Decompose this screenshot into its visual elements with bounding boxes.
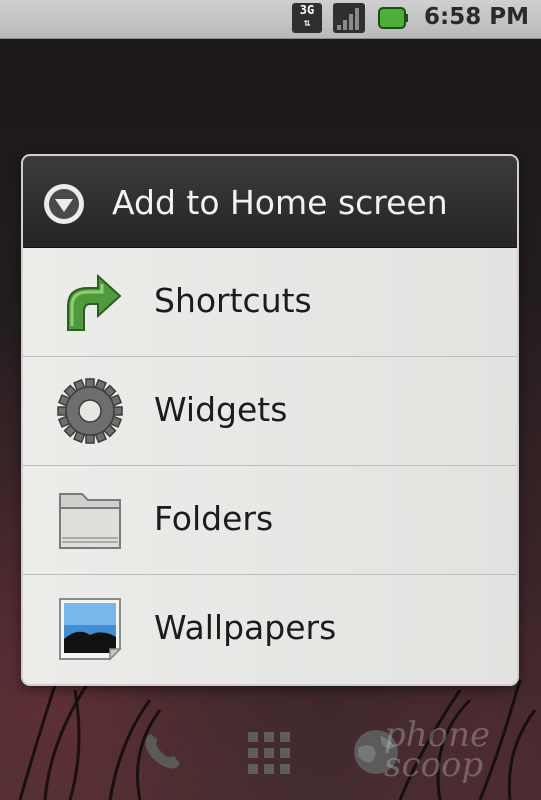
phone-icon[interactable] xyxy=(140,728,186,774)
list-item-wallpapers[interactable]: Wallpapers xyxy=(23,575,517,683)
add-to-home-screen-dialog: Add to Home screen Shortcuts Widgets Fol… xyxy=(23,156,517,684)
list-item-folders[interactable]: Folders xyxy=(23,466,517,575)
list-item-widgets[interactable]: Widgets xyxy=(23,357,517,466)
data-activity-arrows: ⇅ xyxy=(303,16,311,29)
item-label-widgets: Widgets xyxy=(154,390,288,429)
add-options-list: Shortcuts Widgets Folders Wallpapers xyxy=(23,248,517,683)
dialog-title: Add to Home screen xyxy=(112,183,448,222)
folder-icon xyxy=(59,493,121,549)
list-item-shortcuts[interactable]: Shortcuts xyxy=(23,248,517,357)
chevron-down-circle-icon xyxy=(44,184,84,224)
gear-icon xyxy=(57,378,123,444)
wallpaper-icon xyxy=(59,598,122,661)
item-label-folders: Folders xyxy=(154,499,274,538)
status-bar: 3G ⇅ 6:58 PM xyxy=(0,0,541,39)
network-label: 3G xyxy=(299,3,315,17)
signal-strength-icon xyxy=(333,3,365,33)
app-drawer-icon[interactable] xyxy=(246,730,292,776)
shortcut-arrow-icon xyxy=(67,273,122,331)
item-label-wallpapers: Wallpapers xyxy=(154,608,337,647)
network-3g-icon: 3G ⇅ xyxy=(292,3,322,33)
item-label-shortcuts: Shortcuts xyxy=(154,281,312,320)
dialog-title-bar: Add to Home screen xyxy=(23,156,517,248)
watermark-logo: phone scoop xyxy=(384,715,491,785)
battery-icon xyxy=(378,7,408,29)
status-clock: 6:58 PM xyxy=(424,4,529,30)
